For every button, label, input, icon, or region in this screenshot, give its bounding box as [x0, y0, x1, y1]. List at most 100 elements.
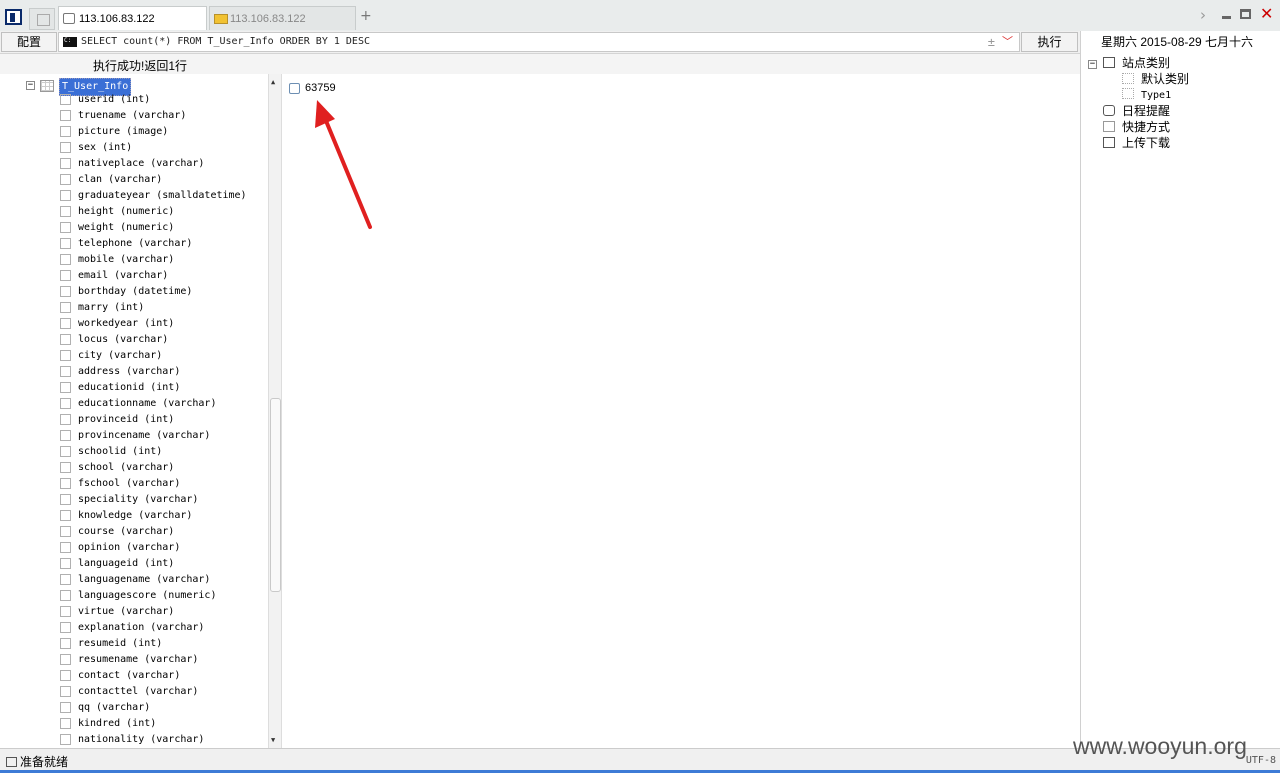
- column-item[interactable]: schoolid (int): [60, 444, 162, 460]
- column-item[interactable]: provincename (varchar): [60, 428, 210, 444]
- column-item[interactable]: knowledge (varchar): [60, 508, 192, 524]
- chevron-right-icon[interactable]: ›: [1200, 6, 1206, 24]
- column-label: opinion (varchar): [78, 542, 181, 553]
- site-category-item[interactable]: 站点类别: [1103, 55, 1170, 71]
- column-icon: [60, 445, 71, 457]
- close-icon[interactable]: ✕: [1260, 4, 1273, 23]
- column-icon: [60, 381, 71, 393]
- column-item[interactable]: provinceid (int): [60, 412, 174, 428]
- watermark: www.wooyun.org: [1073, 733, 1247, 759]
- transfer-icon: [1103, 137, 1115, 148]
- column-item[interactable]: userid (int): [60, 92, 150, 108]
- scroll-thumb[interactable]: [270, 398, 281, 592]
- scroll-down-icon[interactable]: ▼: [271, 736, 275, 744]
- tab-inactive[interactable]: 113.106.83.122: [209, 6, 356, 30]
- column-item[interactable]: height (numeric): [60, 204, 174, 220]
- column-item[interactable]: nationality (varchar): [60, 732, 204, 748]
- column-item[interactable]: fschool (varchar): [60, 476, 180, 492]
- collapse-icon[interactable]: −: [1088, 60, 1097, 69]
- column-icon: [60, 365, 71, 377]
- column-icon: [60, 621, 71, 633]
- column-label: school (varchar): [78, 462, 175, 473]
- column-item[interactable]: mobile (varchar): [60, 252, 174, 268]
- scroll-up-icon[interactable]: ▲: [271, 78, 275, 86]
- column-label: locus (varchar): [78, 334, 169, 345]
- column-label: mobile (varchar): [78, 254, 175, 265]
- column-icon: [60, 541, 71, 553]
- column-item[interactable]: languagename (varchar): [60, 572, 210, 588]
- column-item[interactable]: telephone (varchar): [60, 236, 192, 252]
- tab-active[interactable]: 113.106.83.122: [58, 6, 207, 30]
- column-item[interactable]: locus (varchar): [60, 332, 168, 348]
- shortcut-item[interactable]: 快捷方式: [1103, 119, 1170, 135]
- column-label: explanation (varchar): [78, 622, 205, 633]
- column-item[interactable]: languageid (int): [60, 556, 174, 572]
- column-icon: [60, 157, 71, 169]
- column-item[interactable]: contacttel (varchar): [60, 684, 198, 700]
- shortcut-label: 快捷方式: [1122, 120, 1171, 134]
- column-icon: [60, 141, 71, 153]
- column-item[interactable]: clan (varchar): [60, 172, 162, 188]
- column-item[interactable]: graduateyear (smalldatetime): [60, 188, 247, 204]
- column-item[interactable]: resumename (varchar): [60, 652, 198, 668]
- column-item[interactable]: city (varchar): [60, 348, 162, 364]
- query-status-message: 执行成功!返回1行: [93, 59, 188, 73]
- minimize-icon[interactable]: [1222, 16, 1231, 19]
- column-label: email (varchar): [78, 270, 169, 281]
- restore-icon[interactable]: [1240, 9, 1251, 19]
- column-item[interactable]: resumeid (int): [60, 636, 162, 652]
- plus-minus-icon[interactable]: ±: [988, 33, 995, 51]
- new-tab-button[interactable]: +: [360, 8, 372, 24]
- column-item[interactable]: workedyear (int): [60, 316, 174, 332]
- column-item[interactable]: speciality (varchar): [60, 492, 198, 508]
- column-item[interactable]: borthday (datetime): [60, 284, 192, 300]
- column-item[interactable]: weight (numeric): [60, 220, 174, 236]
- column-item[interactable]: school (varchar): [60, 460, 174, 476]
- column-item[interactable]: languagescore (numeric): [60, 588, 216, 604]
- column-item[interactable]: educationid (int): [60, 380, 180, 396]
- column-item[interactable]: opinion (varchar): [60, 540, 180, 556]
- column-label: fschool (varchar): [78, 478, 181, 489]
- column-label: kindred (int): [78, 718, 157, 729]
- grid-icon[interactable]: [29, 8, 55, 30]
- collapse-icon[interactable]: −: [26, 81, 35, 90]
- column-item[interactable]: nativeplace (varchar): [60, 156, 204, 172]
- column-icon: [60, 317, 71, 329]
- sql-input[interactable]: SELECT count(*) FROM T_User_Info ORDER B…: [58, 32, 1020, 52]
- tab-label: 113.106.83.122: [79, 13, 155, 25]
- column-item[interactable]: truename (varchar): [60, 108, 186, 124]
- column-item[interactable]: sex (int): [60, 140, 132, 156]
- tree-scrollbar[interactable]: ▲ ▼: [268, 74, 281, 748]
- execute-button[interactable]: 执行: [1021, 32, 1078, 52]
- column-item[interactable]: educationname (varchar): [60, 396, 216, 412]
- column-label: languagescore (numeric): [78, 590, 217, 601]
- column-item[interactable]: qq (varchar): [60, 700, 150, 716]
- column-label: nativeplace (varchar): [78, 158, 205, 169]
- column-item[interactable]: picture (image): [60, 124, 168, 140]
- column-item[interactable]: course (varchar): [60, 524, 174, 540]
- default-category-item[interactable]: 默认类别: [1122, 71, 1189, 87]
- column-icon: [60, 461, 71, 473]
- column-icon: [60, 221, 71, 233]
- column-label: picture (image): [78, 126, 169, 137]
- column-item[interactable]: kindred (int): [60, 716, 156, 732]
- column-item[interactable]: virtue (varchar): [60, 604, 174, 620]
- type1-item[interactable]: Type1: [1122, 88, 1171, 104]
- chevron-down-icon[interactable]: ﹀: [1002, 33, 1013, 51]
- column-icon: [60, 509, 71, 521]
- column-item[interactable]: email (varchar): [60, 268, 168, 284]
- status-icon: [6, 757, 17, 767]
- config-button[interactable]: 配置: [1, 32, 57, 52]
- column-item[interactable]: contact (varchar): [60, 668, 180, 684]
- column-icon: [60, 429, 71, 441]
- result-value[interactable]: 63759: [305, 82, 336, 94]
- subcategory-icon: [1122, 88, 1134, 99]
- column-label: truename (varchar): [78, 110, 187, 121]
- column-item[interactable]: explanation (varchar): [60, 620, 204, 636]
- encoding-label: UTF-8: [1245, 755, 1276, 766]
- column-item[interactable]: address (varchar): [60, 364, 180, 380]
- column-item[interactable]: marry (int): [60, 300, 144, 316]
- schedule-item[interactable]: 日程提醒: [1103, 103, 1170, 119]
- upload-download-item[interactable]: 上传下载: [1103, 135, 1170, 151]
- panel-toggle-icon[interactable]: [5, 9, 22, 25]
